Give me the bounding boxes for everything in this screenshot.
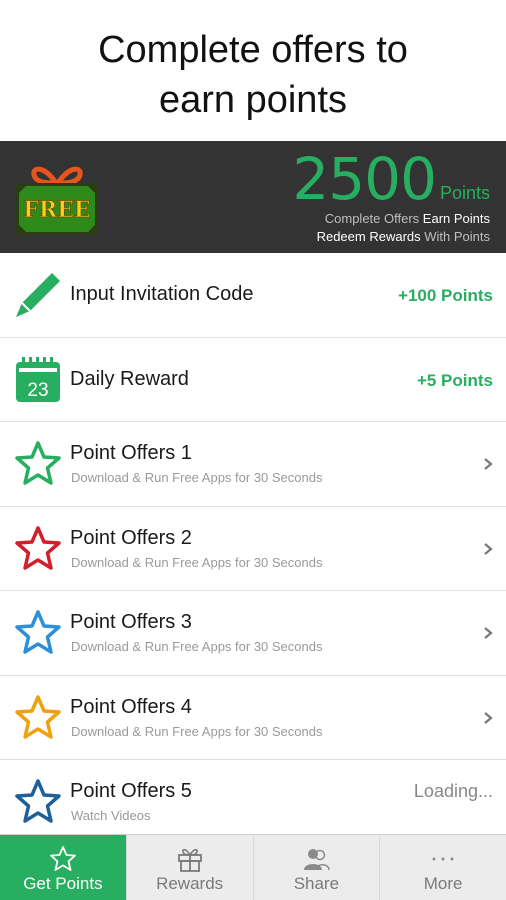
more-dots-icon	[432, 857, 454, 861]
item-subtitle: Download & Run Free Apps for 30 Seconds	[71, 470, 323, 485]
list-item-point-offers-5[interactable]: Point Offers 5 Watch Videos Loading...	[0, 760, 506, 845]
tab-label: More	[423, 874, 463, 893]
list-item-invitation-code[interactable]: Input Invitation Code +100 Points	[0, 253, 506, 338]
item-title: Point Offers 4	[70, 695, 192, 718]
chevron-right-icon	[484, 542, 493, 555]
chevron-right-icon	[484, 627, 493, 639]
star-icon	[15, 694, 61, 739]
item-subtitle: Download & Run Free Apps for 30 Seconds	[71, 639, 323, 654]
calendar-day: 23	[27, 380, 48, 401]
points-total: 2500 Points	[292, 145, 490, 213]
item-title: Input Invitation Code	[70, 283, 254, 305]
list-item-daily-reward[interactable]: 23 Daily Reward +5 Points	[0, 337, 506, 422]
item-reward: +100 Points	[398, 286, 493, 305]
tab-more[interactable]: More	[380, 835, 506, 900]
tagline-2-dim: With Points	[424, 229, 490, 244]
tab-rewards[interactable]: Rewards	[127, 835, 254, 900]
gift-label: FREE	[23, 197, 90, 223]
tab-get-points[interactable]: Get Points	[0, 835, 127, 900]
item-subtitle: Download & Run Free Apps for 30 Seconds	[71, 723, 323, 739]
calendar-icon: 23	[16, 356, 60, 402]
list-item-point-offers-2[interactable]: Point Offers 2 Download & Run Free Apps …	[0, 506, 506, 591]
item-title: Point Offers 1	[70, 442, 192, 464]
free-gift-icon: FREE	[16, 166, 98, 235]
star-outline-icon	[49, 846, 76, 871]
list-item-point-offers-3[interactable]: Point Offers 3 Download & Run Free Apps …	[0, 591, 506, 676]
item-reward: +5 Points	[416, 370, 493, 390]
item-subtitle: Download & Run Free Apps for 30 Seconds	[71, 554, 323, 570]
headline-line-1: Complete offers to	[98, 29, 408, 71]
headline-line-2: earn points	[158, 79, 347, 121]
banner-tagline-2: Redeem Rewards With Points	[317, 229, 490, 244]
item-title: Point Offers 5	[70, 780, 192, 802]
gift-icon	[177, 848, 202, 872]
banner-tagline-1: Complete Offers Earn Points	[325, 211, 490, 226]
star-icon	[15, 779, 61, 823]
chevron-right-icon	[484, 711, 493, 724]
tagline-1-bright: Earn Points	[422, 211, 490, 226]
loading-status: Loading...	[413, 781, 493, 801]
star-icon	[15, 525, 61, 570]
chevron-right-icon	[484, 458, 493, 470]
star-icon	[15, 441, 61, 485]
item-title: Daily Reward	[70, 367, 189, 390]
bottom-tab-bar: Get Points Rewards Share More	[0, 834, 506, 900]
tagline-1-dim: Complete Offers	[324, 211, 420, 226]
points-banner: FREE 2500 Points Complete Offers Earn Poi…	[0, 141, 506, 253]
list-item-point-offers-1[interactable]: Point Offers 1 Download & Run Free Apps …	[0, 422, 506, 507]
pencil-icon	[16, 273, 60, 317]
item-title: Point Offers 2	[70, 526, 192, 549]
tab-share[interactable]: Share	[254, 835, 381, 900]
points-unit: Points	[439, 183, 490, 203]
tab-label: Rewards	[156, 874, 224, 893]
tab-label: Share	[293, 874, 340, 893]
star-icon	[15, 610, 61, 654]
list-item-point-offers-4[interactable]: Point Offers 4 Download & Run Free Apps …	[0, 675, 506, 760]
offers-list: Input Invitation Code +100 Points 23 Dai…	[0, 253, 506, 845]
item-title: Point Offers 3	[70, 611, 192, 633]
points-value: 2500	[292, 145, 437, 213]
people-icon	[304, 849, 331, 871]
item-subtitle: Watch Videos	[71, 808, 151, 823]
tab-label: Get Points	[23, 874, 103, 893]
tagline-2-bright: Redeem Rewards	[316, 229, 421, 244]
promo-headline: Complete offers to earn points	[0, 0, 506, 141]
